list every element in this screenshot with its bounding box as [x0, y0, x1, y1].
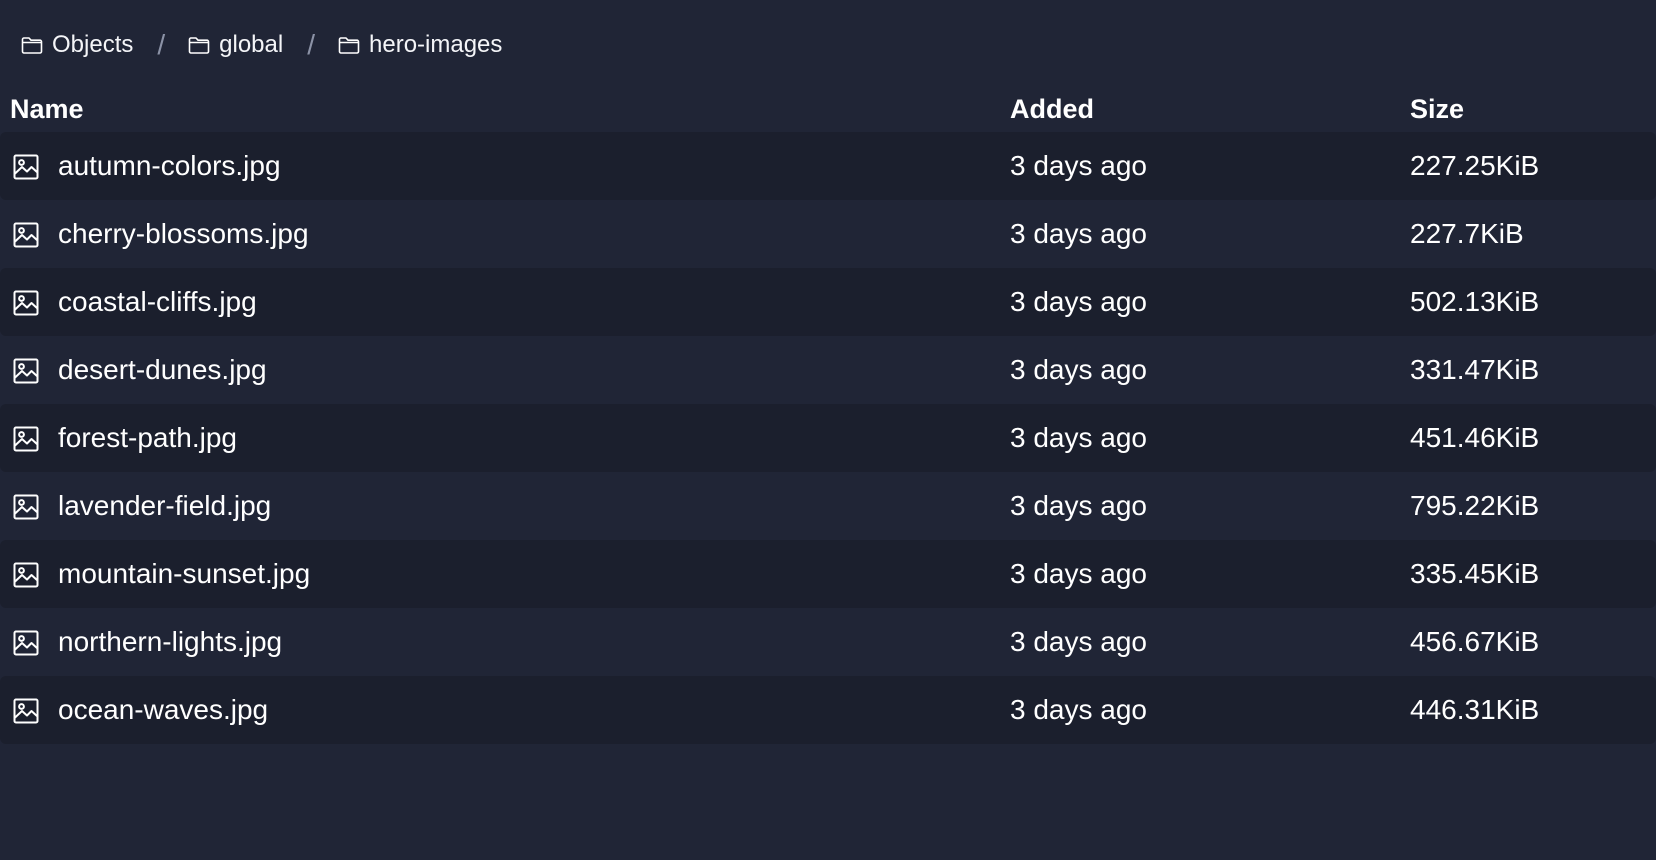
- breadcrumb-hero-images[interactable]: hero-images: [337, 31, 502, 59]
- file-size: 502.13KiB: [1410, 286, 1540, 317]
- file-name[interactable]: coastal-cliffs.jpg: [58, 286, 257, 318]
- table-body: autumn-colors.jpg 3 days ago 227.25KiB cher…: [0, 132, 1656, 744]
- file-name[interactable]: ocean-waves.jpg: [58, 694, 268, 726]
- file-added: 3 days ago: [1010, 354, 1147, 385]
- breadcrumb-label: global: [219, 31, 284, 58]
- file-size: 795.22KiB: [1410, 490, 1540, 521]
- table-row[interactable]: mountain-sunset.jpg 3 days ago 335.45KiB: [0, 540, 1656, 608]
- table-row[interactable]: northern-lights.jpg 3 days ago 456.67KiB: [0, 608, 1656, 676]
- file-added: 3 days ago: [1010, 490, 1147, 521]
- breadcrumb-label: hero-images: [369, 31, 503, 58]
- breadcrumb-separator: /: [157, 29, 166, 60]
- image-file-icon: [13, 630, 39, 656]
- file-name[interactable]: forest-path.jpg: [58, 422, 237, 454]
- image-file-icon: [13, 358, 39, 384]
- file-name[interactable]: northern-lights.jpg: [58, 626, 282, 658]
- file-added: 3 days ago: [1010, 626, 1147, 657]
- table-row[interactable]: coastal-cliffs.jpg 3 days ago 502.13KiB: [0, 268, 1656, 336]
- breadcrumb-global[interactable]: global: [187, 31, 283, 59]
- column-header-name[interactable]: Name: [10, 94, 84, 125]
- file-added: 3 days ago: [1010, 150, 1147, 181]
- file-name[interactable]: cherry-blossoms.jpg: [58, 218, 309, 250]
- table-header: Name Added Size: [0, 86, 1656, 132]
- image-file-icon: [13, 562, 39, 588]
- image-file-icon: [13, 154, 39, 180]
- image-file-icon: [13, 222, 39, 248]
- file-added: 3 days ago: [1010, 218, 1147, 249]
- file-name[interactable]: desert-dunes.jpg: [58, 354, 267, 386]
- table-row[interactable]: forest-path.jpg 3 days ago 451.46KiB: [0, 404, 1656, 472]
- breadcrumb-objects[interactable]: Objects: [20, 31, 133, 59]
- file-added: 3 days ago: [1010, 694, 1147, 725]
- image-file-icon: [13, 494, 39, 520]
- file-size: 227.25KiB: [1410, 150, 1540, 181]
- image-file-icon: [13, 698, 39, 724]
- image-file-icon: [13, 426, 39, 452]
- table-row[interactable]: autumn-colors.jpg 3 days ago 227.25KiB: [0, 132, 1656, 200]
- file-name[interactable]: lavender-field.jpg: [58, 490, 271, 522]
- folder-icon: [188, 37, 210, 54]
- table-row[interactable]: desert-dunes.jpg 3 days ago 331.47KiB: [0, 336, 1656, 404]
- object-table: Name Added Size autumn-colors.jpg 3 days …: [0, 86, 1656, 744]
- table-row[interactable]: lavender-field.jpg 3 days ago 795.22KiB: [0, 472, 1656, 540]
- image-file-icon: [13, 290, 39, 316]
- column-header-added[interactable]: Added: [1010, 94, 1094, 125]
- file-name[interactable]: autumn-colors.jpg: [58, 150, 281, 182]
- breadcrumb-separator: /: [307, 29, 315, 60]
- column-header-size[interactable]: Size: [1410, 94, 1464, 125]
- file-size: 335.45KiB: [1410, 558, 1540, 589]
- breadcrumb-label: Objects: [52, 31, 134, 58]
- file-size: 227.7KiB: [1410, 218, 1524, 249]
- file-added: 3 days ago: [1010, 558, 1147, 589]
- file-size: 451.46KiB: [1410, 422, 1540, 453]
- file-size: 331.47KiB: [1410, 354, 1540, 385]
- file-added: 3 days ago: [1010, 286, 1147, 317]
- file-size: 456.67KiB: [1410, 626, 1540, 657]
- breadcrumb: Objects / global / hero-images: [20, 28, 502, 62]
- table-row[interactable]: ocean-waves.jpg 3 days ago 446.31KiB: [0, 676, 1656, 744]
- file-added: 3 days ago: [1010, 422, 1147, 453]
- folder-icon: [338, 37, 360, 54]
- table-row[interactable]: cherry-blossoms.jpg 3 days ago 227.7KiB: [0, 200, 1656, 268]
- folder-icon: [21, 37, 43, 54]
- file-name[interactable]: mountain-sunset.jpg: [58, 558, 310, 590]
- file-size: 446.31KiB: [1410, 694, 1540, 725]
